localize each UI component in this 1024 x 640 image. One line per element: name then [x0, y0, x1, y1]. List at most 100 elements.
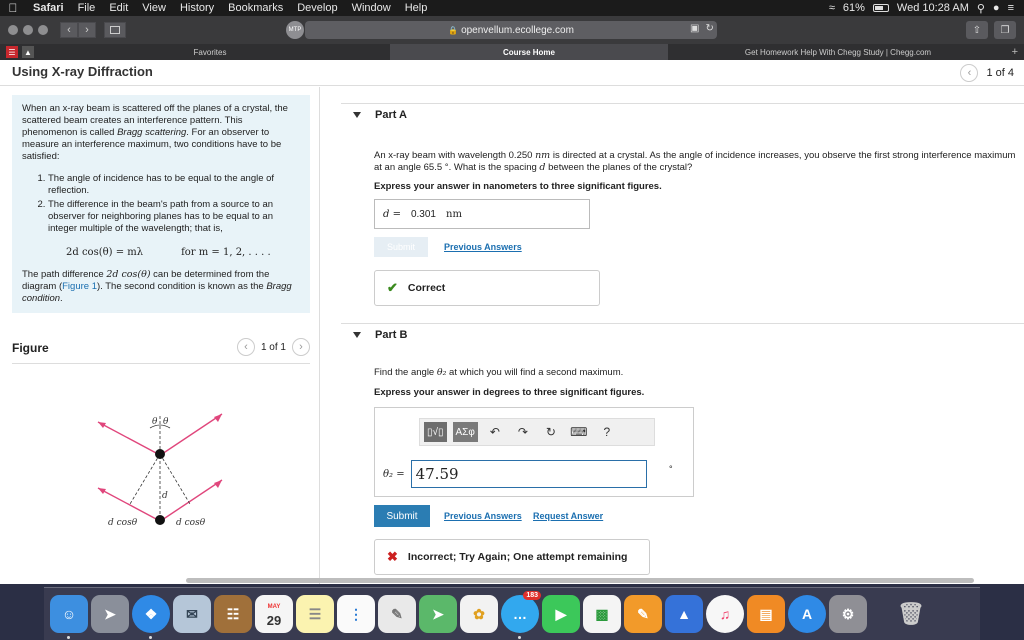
intro-paragraph: When an x-ray beam is scattered off the …	[22, 103, 300, 163]
share-button[interactable]: ⇧	[966, 21, 988, 39]
textedit-icon[interactable]: ✎	[378, 595, 416, 633]
music-icon[interactable]: ♫	[706, 595, 744, 633]
wifi-icon[interactable]: ≈	[829, 2, 835, 14]
formula-equation: 2d cos(θ) = mλ	[66, 247, 144, 258]
address-bar[interactable]: 🔒 openvellum.ecollege.com	[305, 21, 717, 39]
greek-symbols-button[interactable]: ΑΣφ	[452, 422, 478, 442]
part-a-answer-unit: nm	[446, 208, 462, 220]
part-a-header[interactable]: Part A	[341, 103, 1024, 125]
menu-develop[interactable]: Develop	[290, 2, 344, 14]
web-page: Using X-ray Diffraction ‹ 1 of 4 When an…	[0, 60, 1024, 584]
siri-icon[interactable]: ●	[993, 2, 1000, 14]
horizontal-scrollbar[interactable]	[186, 578, 974, 583]
part-b-previous-answers-link[interactable]: Previous Answers	[444, 511, 522, 521]
dcos-right-label: d cosθ	[176, 518, 206, 526]
notification-center-icon[interactable]: ≡	[1008, 2, 1014, 14]
numbers-icon[interactable]: ▩	[583, 595, 621, 633]
menu-bookmarks[interactable]: Bookmarks	[221, 2, 290, 14]
redo-icon[interactable]: ↷	[512, 425, 534, 439]
part-b-submit-button[interactable]: Submit	[374, 505, 430, 527]
calendar-day: 29	[266, 613, 282, 628]
books-icon[interactable]: ▤	[747, 595, 785, 633]
bookmark-red-icon[interactable]: ☰	[6, 46, 18, 58]
help-icon[interactable]: ?	[596, 425, 618, 439]
safari-icon[interactable]: ❖	[132, 595, 170, 639]
sidebar-toggle-button[interactable]	[104, 22, 126, 38]
menu-edit[interactable]: Edit	[102, 2, 135, 14]
running-indicator	[518, 636, 521, 639]
status-area: ≈ 61% Wed 10:28 AM ⚲ ● ≡	[829, 2, 1024, 15]
figure-prev-button[interactable]: ‹	[236, 338, 255, 356]
keyboard-icon[interactable]: ⌨	[568, 425, 590, 439]
undo-icon[interactable]: ↶	[484, 425, 506, 439]
spotlight-search-icon[interactable]: ⚲	[977, 2, 985, 15]
trash-icon[interactable]: 🗑	[892, 595, 930, 633]
calendar-icon[interactable]: MAY 29	[255, 595, 293, 633]
figure-header: Figure ‹ 1 of 1 ›	[12, 338, 310, 360]
condition-item: The angle of incidence has to be equal t…	[48, 173, 300, 197]
reader-icon[interactable]: ▣	[690, 23, 699, 34]
part-b-answer-input[interactable]: 47.59	[410, 460, 647, 488]
request-answer-link[interactable]: Request Answer	[533, 511, 603, 521]
reset-icon[interactable]: ↻	[540, 425, 562, 439]
part-b-header[interactable]: Part B	[341, 323, 1024, 345]
figure-next-button[interactable]: ›	[292, 338, 310, 356]
menu-history[interactable]: History	[173, 2, 221, 14]
figure-divider	[12, 363, 310, 364]
mail-icon[interactable]: ✉	[173, 595, 211, 633]
reload-icon[interactable]: ↻	[705, 23, 713, 34]
finder-icon[interactable]: ☺	[50, 595, 88, 639]
part-a-submit-button[interactable]: Submit	[374, 237, 428, 257]
contacts-icon[interactable]: ☷	[214, 595, 252, 633]
extension-button[interactable]: MTP	[286, 21, 304, 39]
part-b-question-text: Find the angle	[374, 367, 437, 378]
system-preferences-icon[interactable]: ⚙	[829, 595, 867, 633]
arrow-head-upper	[214, 414, 222, 422]
tab-overview-button[interactable]: ❐	[994, 21, 1016, 39]
figure-label: Figure	[12, 341, 49, 355]
check-icon: ✔	[387, 280, 398, 295]
facetime-icon[interactable]: ▶	[542, 595, 580, 633]
new-tab-button[interactable]: +	[1012, 46, 1018, 58]
reflected-ray-upper	[161, 413, 223, 455]
editor-toolbar: ▯√▯ ΑΣφ ↶ ↷ ↻ ⌨ ?	[419, 418, 655, 446]
url-actions: ▣ ↻	[690, 23, 714, 34]
messages-badge: 183	[523, 591, 541, 600]
tab-favorites[interactable]: Favorites	[30, 44, 390, 60]
minimize-window-button[interactable]	[23, 25, 33, 35]
photos-icon[interactable]: ✿	[460, 595, 498, 633]
launchpad-icon[interactable]: ➤	[91, 595, 129, 633]
theta-left-label: θ	[152, 417, 158, 427]
figure-link[interactable]: Figure 1	[62, 281, 97, 292]
menu-view[interactable]: View	[135, 2, 173, 14]
notes-icon[interactable]: ☰	[296, 595, 334, 633]
battery-icon[interactable]	[872, 4, 889, 12]
zoom-window-button[interactable]	[38, 25, 48, 35]
forward-button[interactable]: ›	[78, 22, 96, 38]
tab-chegg[interactable]: Get Homework Help With Chegg Study | Che…	[668, 44, 1008, 60]
prev-item-button[interactable]: ‹	[960, 64, 979, 82]
keynote-icon[interactable]: ▲	[665, 595, 703, 633]
menu-file[interactable]: File	[71, 2, 103, 14]
clock[interactable]: Wed 10:28 AM	[897, 2, 969, 14]
menu-safari[interactable]: Safari	[26, 2, 71, 14]
maps-icon[interactable]: ➤	[419, 595, 457, 633]
back-button[interactable]: ‹	[60, 22, 78, 38]
toolbar-right: ⇧ ❐	[966, 21, 1016, 39]
condition-item: The difference in the beam's path from a…	[48, 199, 300, 235]
collapse-part-a-icon	[353, 112, 361, 118]
reminders-icon[interactable]: ⋮	[337, 595, 375, 633]
menu-window[interactable]: Window	[345, 2, 398, 14]
app-store-icon[interactable]: A	[788, 595, 826, 633]
part-b-question: Find the angle θ₂ at which you will find…	[374, 367, 1022, 379]
pages-icon[interactable]: ✎	[624, 595, 662, 633]
part-a-answer-value: 0.301	[410, 208, 436, 220]
part-a-previous-answers-link[interactable]: Previous Answers	[444, 242, 522, 252]
tab-bar: ☰ ▲ Favorites Course Home Get Homework H…	[0, 44, 1024, 60]
template-button[interactable]: ▯√▯	[424, 422, 447, 442]
tab-course-home[interactable]: Course Home	[390, 44, 668, 60]
menu-help[interactable]: Help	[398, 2, 435, 14]
apple-menu-icon[interactable]: 	[0, 1, 26, 15]
close-window-button[interactable]	[8, 25, 18, 35]
messages-icon[interactable]: … 183	[501, 591, 541, 639]
